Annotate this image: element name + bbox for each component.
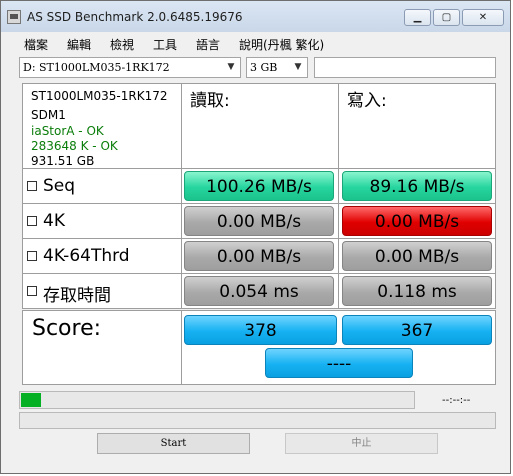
- menu-edit[interactable]: 編輯: [67, 36, 91, 53]
- seq-label: Seq: [43, 176, 76, 196]
- access-time-label: 存取時間: [43, 286, 111, 306]
- access-time-checkbox[interactable]: [27, 286, 37, 296]
- 4k-label: 4K: [43, 211, 65, 231]
- minimize-button[interactable]: ▁: [404, 9, 431, 26]
- seq-checkbox[interactable]: [27, 181, 37, 191]
- total-score: ----: [265, 348, 413, 378]
- driver-status: iaStorA - OK: [31, 124, 104, 138]
- menu-bar: 檔案 編輯 檢視 工具 語言 說明(丹楓 繁化): [1, 32, 510, 54]
- menu-file[interactable]: 檔案: [24, 36, 48, 53]
- window-title: AS SSD Benchmark 2.0.6485.19676: [27, 10, 243, 24]
- write-score: 367: [342, 315, 492, 345]
- menu-language[interactable]: 語言: [196, 36, 220, 53]
- read-score: 378: [184, 315, 337, 345]
- size-select[interactable]: 3 GB ▼: [246, 57, 308, 78]
- menu-help[interactable]: 說明(丹楓 繁化): [239, 36, 324, 53]
- 4k-64thrd-write-result: 0.00 MB/s: [342, 241, 492, 271]
- access-time-read-result: 0.054 ms: [184, 276, 334, 306]
- row-4k: 4K: [22, 203, 182, 239]
- drive-capacity: 931.51 GB: [31, 154, 95, 168]
- read-header: 讀取:: [190, 91, 230, 111]
- drive-info-panel: ST1000LM035-1RK172 SDM1 iaStorA - OK 283…: [22, 83, 182, 169]
- drive-firmware: SDM1: [31, 108, 66, 122]
- 4k-64thrd-read-result: 0.00 MB/s: [184, 241, 334, 271]
- app-icon: [7, 10, 21, 24]
- 4k-64thrd-checkbox[interactable]: [27, 251, 37, 261]
- elapsed-time: --:--:--: [442, 395, 471, 406]
- 4k-64thrd-label: 4K-64Thrd: [43, 246, 130, 266]
- secondary-progress-bar: [19, 412, 496, 429]
- alignment-status: 283648 K - OK: [31, 139, 118, 153]
- stop-button[interactable]: 中止: [285, 433, 438, 454]
- drive-select[interactable]: D: ST1000LM035-1RK172 ▼: [19, 57, 241, 78]
- score-label: Score:: [32, 316, 102, 341]
- 4k-checkbox[interactable]: [27, 216, 37, 226]
- row-seq: Seq: [22, 168, 182, 204]
- close-button[interactable]: ✕: [462, 9, 504, 26]
- 4k-write-result: 0.00 MB/s: [342, 206, 492, 236]
- row-4k-64thrd: 4K-64Thrd: [22, 238, 182, 274]
- seq-write-result: 89.16 MB/s: [342, 171, 492, 201]
- seq-read-result: 100.26 MB/s: [184, 171, 334, 201]
- menu-tools[interactable]: 工具: [153, 36, 177, 53]
- chevron-down-icon: ▼: [294, 62, 302, 72]
- progress-fill: [21, 393, 41, 407]
- start-button[interactable]: Start: [97, 433, 250, 454]
- maximize-button[interactable]: ▢: [433, 9, 460, 26]
- extra-input[interactable]: [314, 57, 496, 78]
- drive-model: ST1000LM035-1RK172: [31, 89, 168, 103]
- as-ssd-window: AS SSD Benchmark 2.0.6485.19676 ▁ ▢ ✕ 檔案…: [0, 0, 511, 474]
- progress-bar: [19, 391, 415, 409]
- access-time-write-result: 0.118 ms: [342, 276, 492, 306]
- size-select-value: 3 GB: [250, 61, 278, 74]
- title-bar[interactable]: AS SSD Benchmark 2.0.6485.19676 ▁ ▢ ✕: [1, 1, 510, 32]
- drive-select-value: D: ST1000LM035-1RK172: [23, 61, 170, 74]
- score-label-cell: Score:: [22, 310, 182, 385]
- chevron-down-icon: ▼: [227, 62, 235, 72]
- menu-view[interactable]: 檢視: [110, 36, 134, 53]
- 4k-read-result: 0.00 MB/s: [184, 206, 334, 236]
- row-access-time: 存取時間: [22, 273, 182, 309]
- write-header: 寫入:: [347, 91, 387, 111]
